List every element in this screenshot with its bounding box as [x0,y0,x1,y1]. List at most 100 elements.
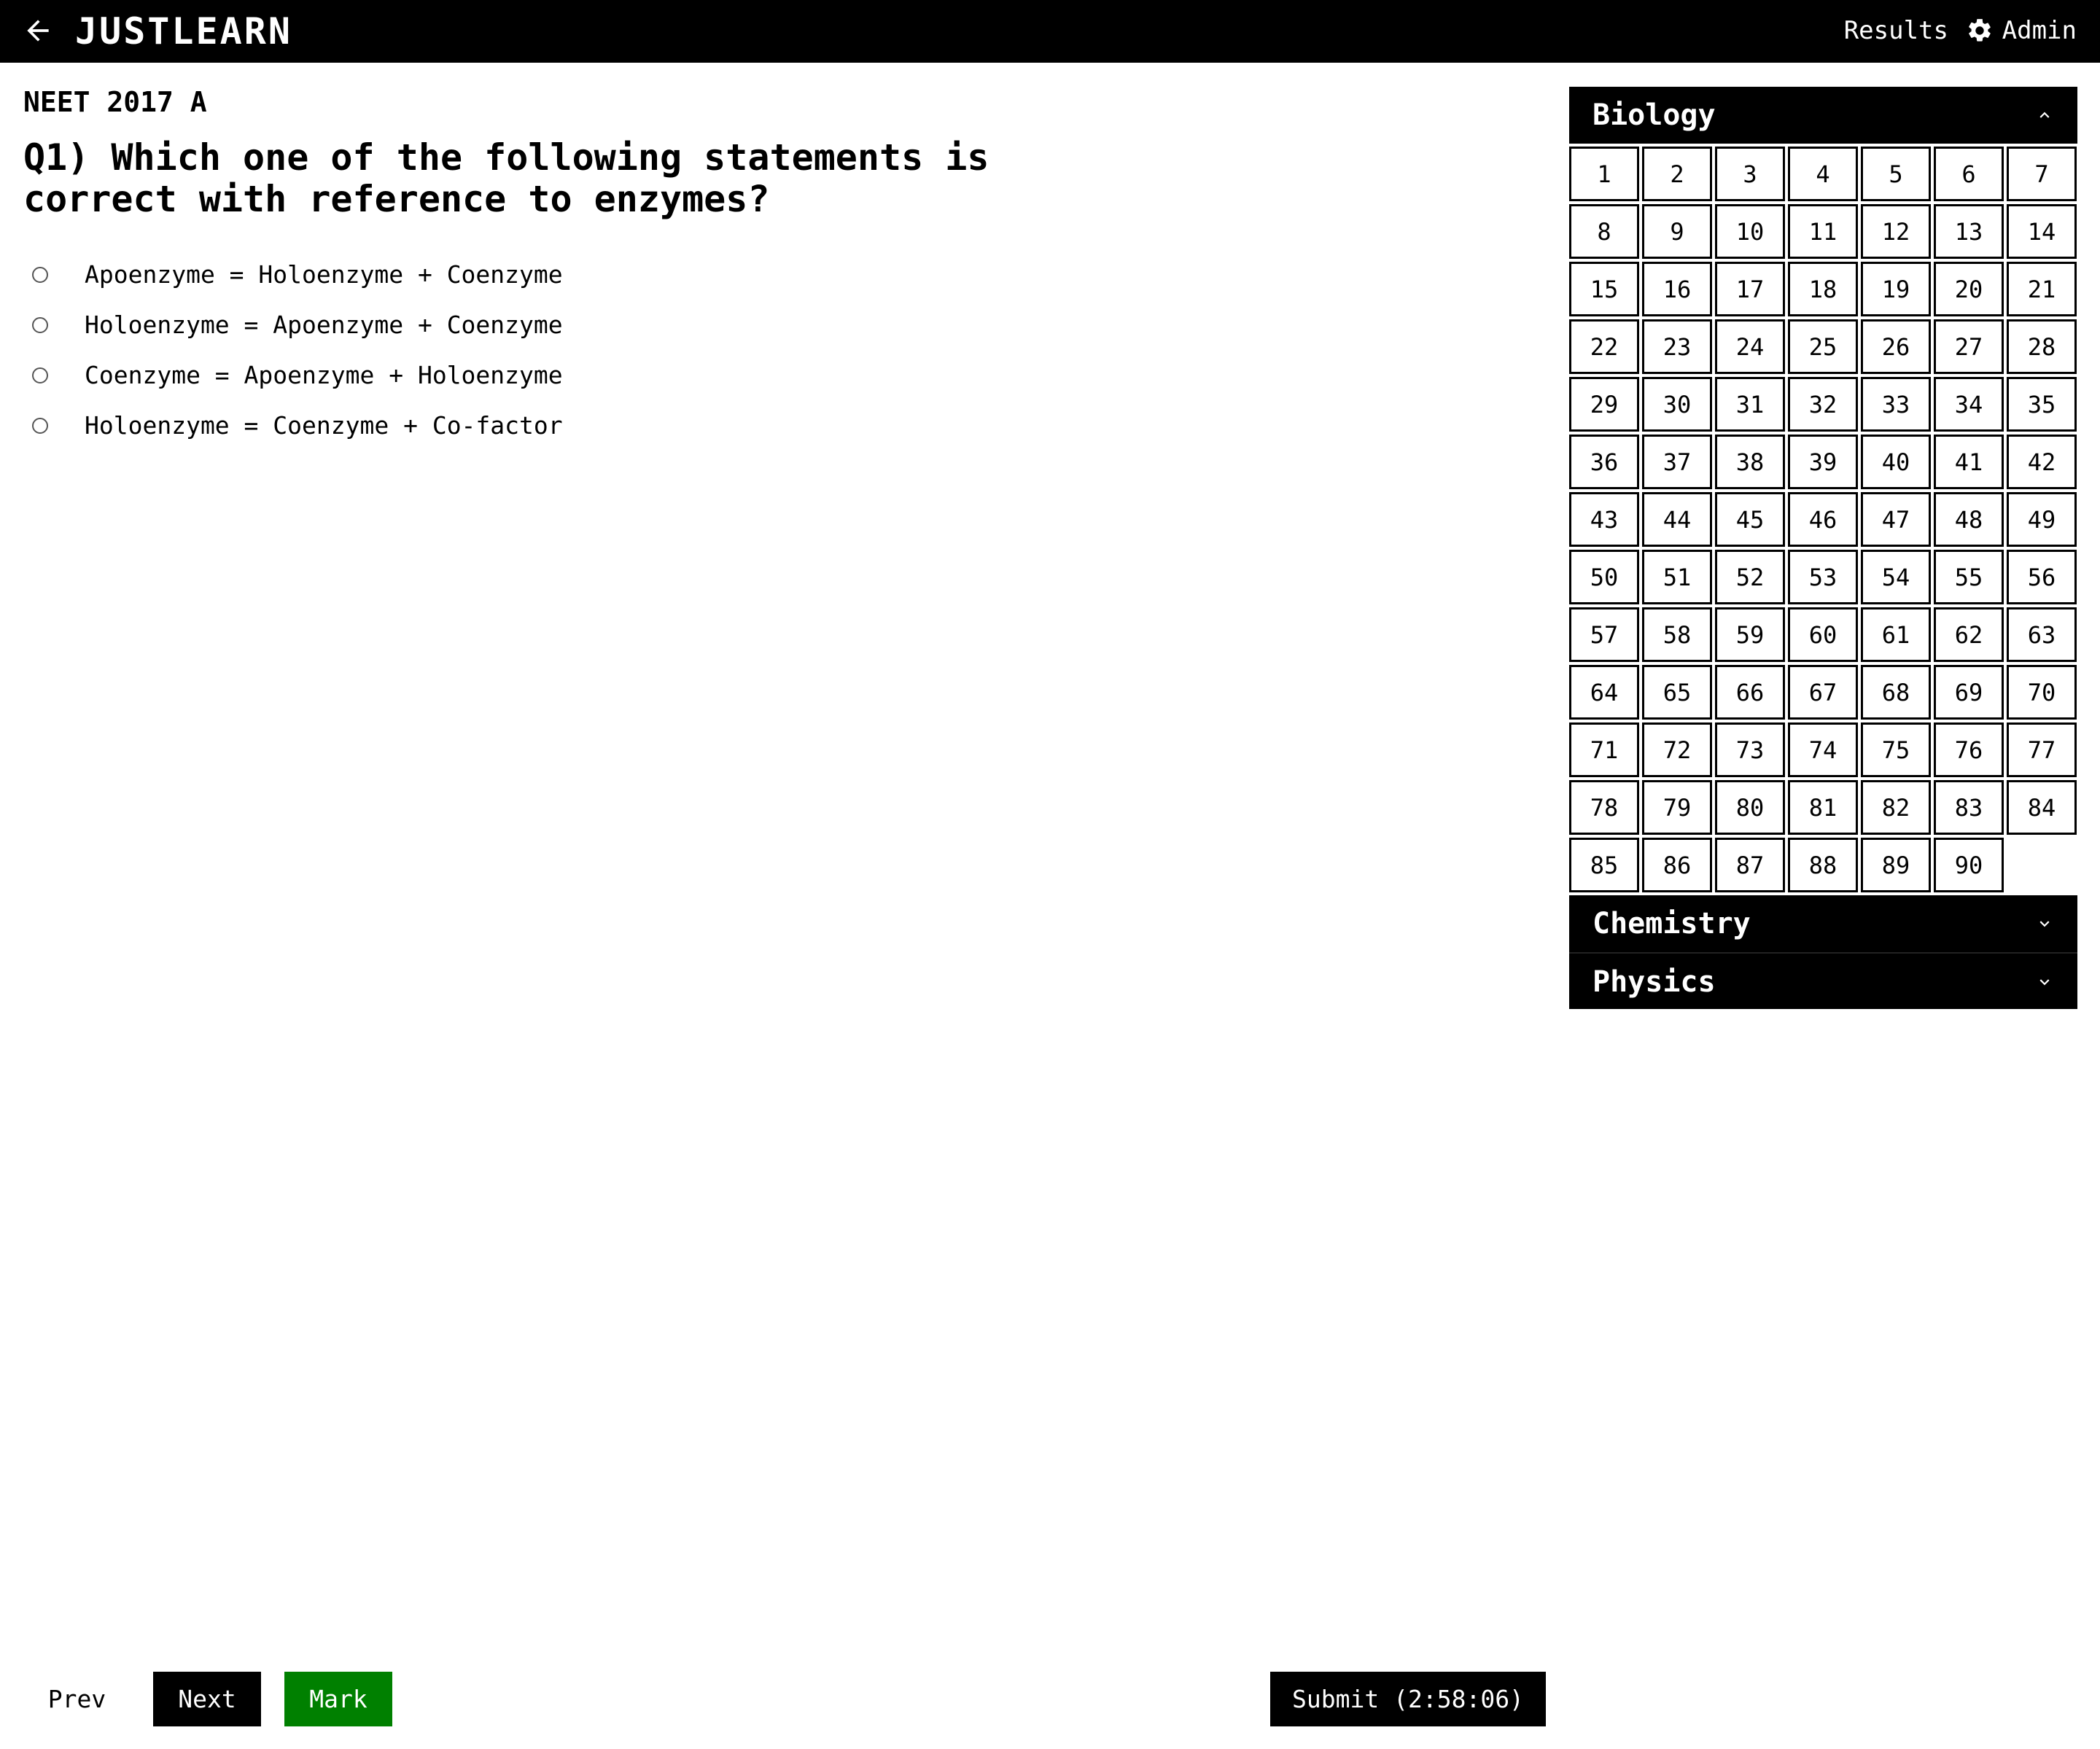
question-number-button[interactable]: 26 [1861,319,1931,374]
question-number-button[interactable]: 29 [1569,377,1639,432]
question-number-button[interactable]: 22 [1569,319,1639,374]
question-number-button[interactable]: 7 [2007,147,2077,201]
question-number-button[interactable]: 80 [1715,780,1785,835]
question-number-button[interactable]: 15 [1569,262,1639,316]
question-number-button[interactable]: 55 [1934,550,2004,604]
question-number-button[interactable]: 13 [1934,204,2004,259]
mark-button[interactable]: Mark [284,1672,392,1726]
section-header-physics[interactable]: Physics [1569,952,2077,1009]
question-number-button[interactable]: 17 [1715,262,1785,316]
radio-button[interactable] [32,367,48,383]
question-number-button[interactable]: 38 [1715,435,1785,489]
question-number-button[interactable]: 88 [1788,838,1858,892]
question-number-button[interactable]: 86 [1642,838,1712,892]
question-number-button[interactable]: 27 [1934,319,2004,374]
question-number-button[interactable]: 49 [2007,492,2077,547]
question-number-button[interactable]: 20 [1934,262,2004,316]
prev-button[interactable]: Prev [24,1672,130,1726]
question-number-button[interactable]: 41 [1934,435,2004,489]
question-number-button[interactable]: 78 [1569,780,1639,835]
question-number-button[interactable]: 44 [1642,492,1712,547]
arrow-back-icon[interactable] [22,15,54,47]
question-number-button[interactable]: 52 [1715,550,1785,604]
radio-button[interactable] [32,266,48,283]
results-link[interactable]: Results [1844,13,1948,48]
question-number-button[interactable]: 23 [1642,319,1712,374]
question-number-button[interactable]: 24 [1715,319,1785,374]
question-number-button[interactable]: 3 [1715,147,1785,201]
question-number-button[interactable]: 2 [1642,147,1712,201]
next-button[interactable]: Next [153,1672,261,1726]
question-number-button[interactable]: 35 [2007,377,2077,432]
question-number-button[interactable]: 90 [1934,838,2004,892]
question-number-button[interactable]: 79 [1642,780,1712,835]
answer-option[interactable]: Holoenzyme = Apoenzyme + Coenzyme [32,300,563,350]
question-number-button[interactable]: 73 [1715,722,1785,777]
question-number-button[interactable]: 6 [1934,147,2004,201]
question-number-button[interactable]: 47 [1861,492,1931,547]
question-number-button[interactable]: 50 [1569,550,1639,604]
question-number-button[interactable]: 4 [1788,147,1858,201]
question-number-button[interactable]: 64 [1569,665,1639,720]
answer-option[interactable]: Coenzyme = Apoenzyme + Holoenzyme [32,350,563,400]
question-number-button[interactable]: 19 [1861,262,1931,316]
question-number-button[interactable]: 46 [1788,492,1858,547]
question-number-button[interactable]: 74 [1788,722,1858,777]
section-header-chemistry[interactable]: Chemistry [1569,895,2077,952]
question-number-button[interactable]: 32 [1788,377,1858,432]
question-number-button[interactable]: 76 [1934,722,2004,777]
question-number-button[interactable]: 28 [2007,319,2077,374]
question-number-button[interactable]: 57 [1569,607,1639,662]
question-number-button[interactable]: 70 [2007,665,2077,720]
question-number-button[interactable]: 43 [1569,492,1639,547]
question-number-button[interactable]: 1 [1569,147,1639,201]
question-number-button[interactable]: 51 [1642,550,1712,604]
question-number-button[interactable]: 82 [1861,780,1931,835]
question-number-button[interactable]: 58 [1642,607,1712,662]
question-number-button[interactable]: 66 [1715,665,1785,720]
section-header-biology[interactable]: Biology [1569,87,2077,144]
question-number-button[interactable]: 48 [1934,492,2004,547]
question-number-button[interactable]: 60 [1788,607,1858,662]
question-number-button[interactable]: 63 [2007,607,2077,662]
question-number-button[interactable]: 16 [1642,262,1712,316]
question-number-button[interactable]: 72 [1642,722,1712,777]
submit-button[interactable]: Submit (2:58:06) [1270,1672,1546,1726]
question-number-button[interactable]: 67 [1788,665,1858,720]
question-number-button[interactable]: 11 [1788,204,1858,259]
radio-button[interactable] [32,316,48,333]
question-number-button[interactable]: 5 [1861,147,1931,201]
answer-option[interactable]: Apoenzyme = Holoenzyme + Coenzyme [32,249,563,300]
question-number-button[interactable]: 62 [1934,607,2004,662]
answer-option[interactable]: Holoenzyme = Coenzyme + Co-factor [32,400,563,451]
question-number-button[interactable]: 85 [1569,838,1639,892]
question-number-button[interactable]: 81 [1788,780,1858,835]
question-number-button[interactable]: 71 [1569,722,1639,777]
question-number-button[interactable]: 65 [1642,665,1712,720]
question-number-button[interactable]: 53 [1788,550,1858,604]
question-number-button[interactable]: 9 [1642,204,1712,259]
question-number-button[interactable]: 89 [1861,838,1931,892]
question-number-button[interactable]: 69 [1934,665,2004,720]
question-number-button[interactable]: 77 [2007,722,2077,777]
question-number-button[interactable]: 25 [1788,319,1858,374]
question-number-button[interactable]: 8 [1569,204,1639,259]
question-number-button[interactable]: 21 [2007,262,2077,316]
question-number-button[interactable]: 61 [1861,607,1931,662]
question-number-button[interactable]: 45 [1715,492,1785,547]
question-number-button[interactable]: 10 [1715,204,1785,259]
question-number-button[interactable]: 31 [1715,377,1785,432]
question-number-button[interactable]: 30 [1642,377,1712,432]
question-number-button[interactable]: 37 [1642,435,1712,489]
radio-button[interactable] [32,417,48,434]
question-number-button[interactable]: 59 [1715,607,1785,662]
admin-link[interactable]: Admin [1966,13,2077,48]
question-number-button[interactable]: 83 [1934,780,2004,835]
question-number-button[interactable]: 40 [1861,435,1931,489]
question-number-button[interactable]: 12 [1861,204,1931,259]
question-number-button[interactable]: 75 [1861,722,1931,777]
question-number-button[interactable]: 33 [1861,377,1931,432]
question-number-button[interactable]: 42 [2007,435,2077,489]
question-number-button[interactable]: 39 [1788,435,1858,489]
question-number-button[interactable]: 14 [2007,204,2077,259]
